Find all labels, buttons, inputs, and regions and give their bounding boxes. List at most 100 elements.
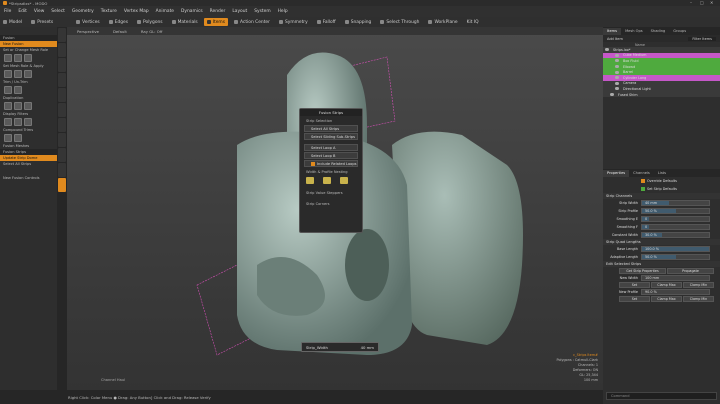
menu-layout[interactable]: Layout: [232, 9, 247, 14]
clamp-min-width-button[interactable]: Clamp Min: [683, 282, 714, 289]
menu-render[interactable]: Render: [210, 9, 226, 14]
property-slider[interactable]: 30.0 %: [641, 232, 710, 239]
visibility-eye-icon[interactable]: [605, 48, 609, 52]
filter-icon[interactable]: [14, 118, 22, 126]
tab-shading[interactable]: Shading: [647, 28, 670, 35]
visibility-eye-icon[interactable]: [615, 81, 619, 85]
visibility-eye-icon[interactable]: [615, 65, 619, 69]
strip-profile-icon[interactable]: [323, 177, 331, 184]
propagate-button[interactable]: Propagate: [667, 268, 714, 275]
workplane-button[interactable]: WorkPlane: [425, 18, 460, 26]
add-item-button[interactable]: Add Item: [607, 37, 623, 41]
property-slider[interactable]: 0: [641, 224, 710, 231]
visibility-eye-icon[interactable]: [615, 70, 619, 74]
model-tab[interactable]: Model: [0, 18, 25, 26]
override-defaults-checkbox[interactable]: Override Defaults: [603, 177, 720, 185]
materials-mode-button[interactable]: Materials: [169, 18, 201, 26]
select-sliding-substrips-button[interactable]: Select Sliding Sub-Strips: [304, 133, 358, 140]
menu-dynamics[interactable]: Dynamics: [181, 9, 203, 14]
duplicate-icon[interactable]: [4, 102, 12, 110]
set-width-button[interactable]: Set: [619, 282, 650, 289]
select-all-strips-button[interactable]: Select All Strips: [304, 125, 358, 132]
snapping-button[interactable]: Snapping: [342, 18, 375, 26]
filter-icon[interactable]: [4, 118, 12, 126]
menu-file[interactable]: File: [4, 9, 11, 14]
falloff-button[interactable]: Falloff: [314, 18, 339, 26]
select-loop-a-button[interactable]: Select Loop A: [304, 144, 358, 151]
action-center-button[interactable]: Action Center: [231, 18, 273, 26]
command-input[interactable]: Command: [606, 392, 717, 400]
property-slider[interactable]: 100.0 %: [641, 246, 710, 253]
filter-items-field[interactable]: Filter Items: [688, 36, 716, 41]
include-related-loops-checkbox[interactable]: Include Related Loops: [304, 160, 358, 167]
duplicate-icon[interactable]: [24, 102, 32, 110]
visibility-eye-icon[interactable]: [610, 93, 614, 97]
vtab[interactable]: [58, 118, 66, 132]
vtab[interactable]: [58, 28, 66, 42]
vtab-fusion-active[interactable]: [58, 178, 66, 192]
polygons-mode-button[interactable]: Polygons: [134, 18, 166, 26]
minimize-button[interactable]: –: [690, 0, 692, 5]
menu-texture[interactable]: Texture: [101, 9, 117, 14]
tab-groups[interactable]: Groups: [669, 28, 690, 35]
compound-icon[interactable]: [14, 134, 22, 142]
filter-icon[interactable]: [24, 118, 32, 126]
untrim-icon[interactable]: [14, 86, 22, 94]
strip-width-value[interactable]: 40 mm: [361, 345, 374, 350]
close-button[interactable]: ✕: [710, 0, 713, 5]
visibility-eye-icon[interactable]: [615, 59, 619, 63]
new-profile-field[interactable]: 90.0 %: [641, 289, 710, 296]
new-width-field[interactable]: 100 mm: [641, 275, 710, 282]
vertices-mode-button[interactable]: Vertices: [73, 18, 103, 26]
shading-mode[interactable]: Default: [113, 29, 127, 34]
property-slider[interactable]: 40 mm: [641, 200, 710, 207]
menu-select[interactable]: Select: [51, 9, 65, 14]
set-strip-defaults-button[interactable]: Set Strip Defaults: [603, 185, 720, 193]
vtab[interactable]: [58, 148, 66, 162]
clamp-max-profile-button[interactable]: Clamp Max: [651, 296, 682, 303]
strip-corners-label[interactable]: Strip Corners: [300, 201, 362, 207]
vtab[interactable]: [58, 88, 66, 102]
select-through-button[interactable]: Select Through: [377, 18, 422, 26]
trim-icon[interactable]: [4, 86, 12, 94]
visibility-eye-icon[interactable]: [615, 53, 619, 57]
mesh-role-icon[interactable]: [4, 54, 12, 62]
3d-viewport[interactable]: Perspective Default Ray GL: Off Fusion S…: [67, 27, 603, 390]
visibility-eye-icon[interactable]: [615, 87, 619, 91]
vtab[interactable]: [58, 163, 66, 177]
menu-edit[interactable]: Edit: [18, 9, 27, 14]
kit-button[interactable]: Kit IQ: [464, 18, 482, 26]
tab-properties[interactable]: Properties: [603, 169, 630, 177]
view-type[interactable]: Perspective: [77, 29, 99, 34]
set-profile-button[interactable]: Set: [619, 296, 650, 303]
property-slider[interactable]: 50.0 %: [641, 208, 710, 215]
strip-value-steppers-label[interactable]: Strip Value Steppers: [300, 190, 362, 196]
new-fusion-controls-button[interactable]: New Fusion Controls: [0, 175, 57, 181]
clamp-min-profile-button[interactable]: Clamp Min: [683, 296, 714, 303]
select-loop-b-button[interactable]: Select Loop B: [304, 152, 358, 159]
vtab[interactable]: [58, 133, 66, 147]
menu-geometry[interactable]: Geometry: [72, 9, 94, 14]
strip-profile-icon[interactable]: [306, 177, 314, 184]
tab-items[interactable]: Items: [603, 27, 622, 35]
tab-mesh-ops[interactable]: Mesh Ops: [621, 28, 647, 35]
symmetry-button[interactable]: Symmetry: [276, 18, 311, 26]
role-apply-icon[interactable]: [24, 70, 32, 78]
menu-help[interactable]: Help: [278, 9, 288, 14]
select-all-strips-button[interactable]: Select All Strips: [0, 161, 57, 167]
clamp-max-width-button[interactable]: Clamp Max: [651, 282, 682, 289]
vtab[interactable]: [58, 103, 66, 117]
presets-button[interactable]: Presets: [28, 18, 56, 26]
mesh-role-icon[interactable]: [24, 54, 32, 62]
property-slider[interactable]: 0: [641, 216, 710, 223]
vtab[interactable]: [58, 58, 66, 72]
maximize-button[interactable]: □: [700, 0, 704, 5]
tab-channels[interactable]: Channels: [629, 170, 654, 177]
items-mode-button[interactable]: Items: [203, 18, 228, 26]
menu-system[interactable]: System: [254, 9, 270, 14]
mesh-role-icon[interactable]: [14, 54, 22, 62]
role-apply-icon[interactable]: [4, 70, 12, 78]
property-slider[interactable]: 50.0 %: [641, 254, 710, 261]
strip-profile-icon[interactable]: [340, 177, 348, 184]
visibility-eye-icon[interactable]: [615, 76, 619, 80]
